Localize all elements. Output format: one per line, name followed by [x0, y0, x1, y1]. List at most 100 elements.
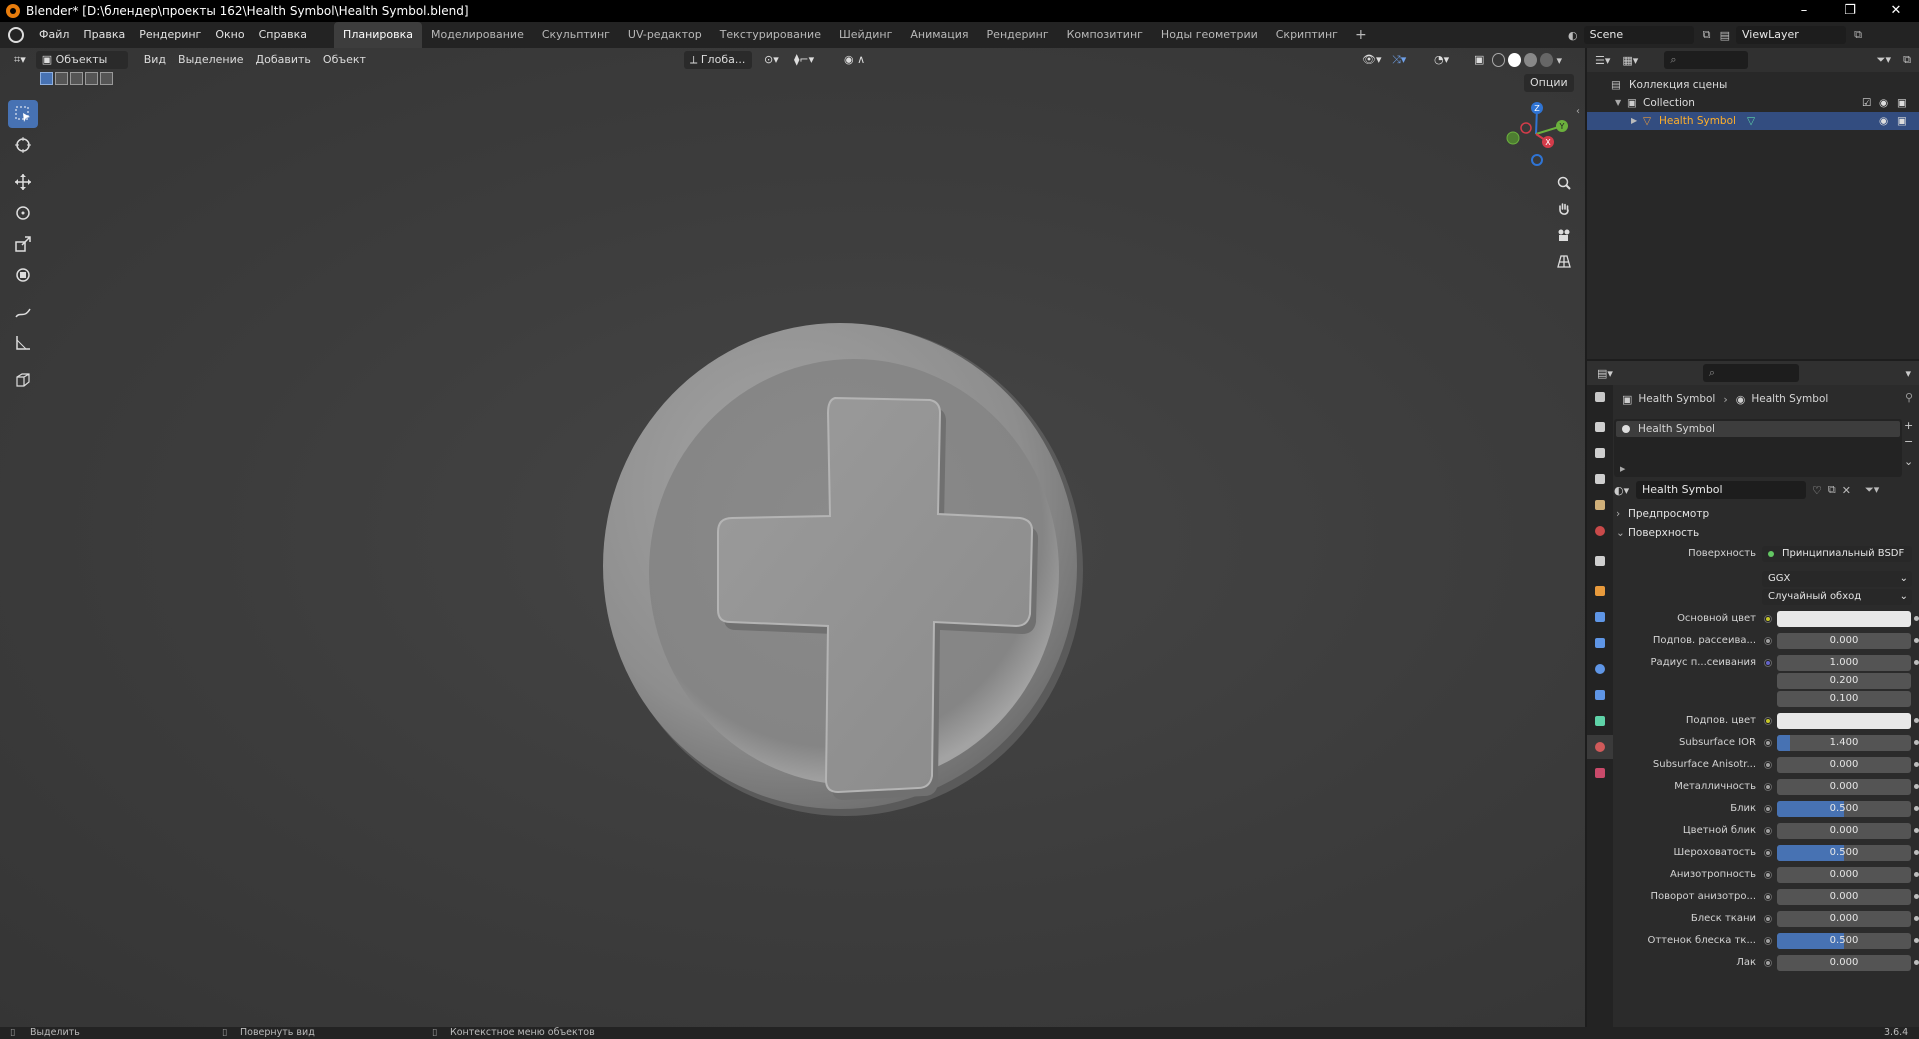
number-field[interactable]: 0.000: [1777, 867, 1911, 883]
input-socket-icon[interactable]: [1764, 871, 1772, 879]
keyframe-dot-icon[interactable]: [1914, 960, 1919, 965]
outliner-object-health-symbol[interactable]: ▶ ▽ Health Symbol ▽ ◉ ▣: [1587, 112, 1919, 130]
render-camera-icon[interactable]: ▣: [1897, 94, 1907, 112]
proportional-edit-icon[interactable]: ◉ ∧: [838, 51, 871, 69]
filter-icon[interactable]: ⏷▾: [1877, 53, 1891, 67]
view-layer-selector[interactable]: ViewLayer: [1736, 26, 1847, 44]
snap-icon[interactable]: ⧫⌐▾: [788, 51, 820, 69]
input-socket-icon[interactable]: [1764, 637, 1772, 645]
material-slot-item[interactable]: Health Symbol: [1616, 421, 1900, 437]
visibility-icon[interactable]: 👁▾: [1356, 51, 1388, 69]
remove-slot-icon[interactable]: −: [1904, 435, 1913, 448]
visibility-eye-icon[interactable]: ◉: [1879, 94, 1888, 112]
measure-tool[interactable]: [8, 329, 38, 357]
menu-file[interactable]: Файл: [32, 22, 76, 48]
pivot-point-icon[interactable]: ⊙▾: [758, 51, 785, 69]
tab-world[interactable]: [1587, 519, 1613, 543]
overlay-toggle-icon[interactable]: ◔▾: [1428, 51, 1455, 69]
outliner-scene-collection[interactable]: ▤ Коллекция сцены: [1587, 76, 1919, 94]
input-socket-icon[interactable]: [1764, 761, 1772, 769]
tab-geometry-nodes[interactable]: Ноды геометрии: [1152, 22, 1267, 48]
tab-texture[interactable]: [1587, 761, 1613, 785]
scene-selector[interactable]: Scene: [1583, 26, 1694, 44]
annotate-tool[interactable]: [8, 298, 38, 326]
menu-edit[interactable]: Правка: [76, 22, 132, 48]
tab-constraints[interactable]: [1587, 683, 1613, 707]
sidebar-toggle-icon[interactable]: ‹: [1576, 106, 1580, 117]
zoom-icon[interactable]: [1553, 172, 1575, 194]
menu-view[interactable]: Вид: [138, 51, 172, 69]
browse-material-icon[interactable]: ◐▾: [1614, 484, 1636, 497]
properties-search-input[interactable]: ⌕: [1702, 364, 1799, 382]
number-field[interactable]: 0.000: [1777, 911, 1911, 927]
number-field[interactable]: 0.000: [1777, 955, 1911, 971]
solid-shading-icon[interactable]: [1508, 53, 1522, 67]
wireframe-shading-icon[interactable]: [1492, 53, 1506, 67]
tab-modifiers[interactable]: [1587, 605, 1613, 629]
number-field[interactable]: 0.000: [1777, 633, 1911, 649]
tab-animation[interactable]: Анимация: [901, 22, 977, 48]
expand-icon[interactable]: ▶: [1631, 112, 1637, 130]
menu-window[interactable]: Окно: [208, 22, 251, 48]
keyframe-dot-icon[interactable]: [1914, 660, 1919, 665]
blender-menu-icon[interactable]: [8, 27, 24, 43]
number-field[interactable]: 0.000: [1777, 757, 1911, 773]
tab-modeling[interactable]: Моделирование: [422, 22, 533, 48]
pin-icon[interactable]: ⚲: [1905, 391, 1913, 404]
input-socket-icon[interactable]: [1764, 783, 1772, 791]
keyframe-dot-icon[interactable]: [1914, 894, 1919, 899]
new-scene-icon[interactable]: ⧉: [1694, 28, 1720, 42]
tab-particles[interactable]: [1587, 631, 1613, 655]
expand-icon[interactable]: ▼: [1615, 94, 1621, 112]
material-shading-icon[interactable]: [1524, 53, 1538, 67]
keyframe-dot-icon[interactable]: [1914, 872, 1919, 877]
unlink-material-icon[interactable]: ✕: [1842, 484, 1851, 497]
menu-help[interactable]: Справка: [252, 22, 314, 48]
add-slot-icon[interactable]: +: [1904, 419, 1913, 432]
color-swatch[interactable]: [1777, 611, 1911, 627]
slot-specials-icon[interactable]: ⌄: [1904, 455, 1913, 468]
number-field[interactable]: 0.500: [1777, 801, 1911, 817]
input-socket-icon[interactable]: [1764, 893, 1772, 901]
tab-layout[interactable]: Планировка: [334, 22, 423, 48]
input-socket-icon[interactable]: [1764, 937, 1772, 945]
select-new-icon[interactable]: [40, 72, 53, 85]
expand-list-icon[interactable]: ▶: [1620, 465, 1625, 473]
tab-object[interactable]: [1587, 579, 1613, 603]
exclude-checkbox-icon[interactable]: ☑: [1862, 94, 1871, 112]
tab-shading[interactable]: Шейдинг: [830, 22, 901, 48]
menu-object[interactable]: Объект: [317, 51, 372, 69]
number-field[interactable]: 1.400: [1777, 735, 1911, 751]
outliner-collection[interactable]: ▼ ▣ Collection ☑ ◉ ▣: [1587, 94, 1919, 112]
tab-sculpting[interactable]: Скульптинг: [533, 22, 619, 48]
color-swatch[interactable]: [1777, 713, 1911, 729]
node-link-icon[interactable]: ⏷▾: [1865, 483, 1879, 497]
xray-toggle-icon[interactable]: ▣: [1468, 51, 1490, 69]
surface-shader-selector[interactable]: Принципиальный BSDF: [1762, 546, 1912, 562]
menu-select[interactable]: Выделение: [172, 51, 250, 69]
gizmo-toggle-icon[interactable]: ⤨▾: [1386, 51, 1412, 69]
keyframe-dot-icon[interactable]: [1914, 938, 1919, 943]
select-box-tool[interactable]: [8, 100, 38, 128]
outliner-search-input[interactable]: ⌕: [1664, 51, 1749, 69]
add-workspace-icon[interactable]: +: [1347, 27, 1375, 43]
health-symbol-object[interactable]: [590, 318, 1090, 818]
editor-type-icon[interactable]: ▤▾: [1597, 367, 1613, 380]
minimize-icon[interactable]: –: [1781, 0, 1827, 22]
cursor-tool[interactable]: [8, 131, 38, 159]
scene-icon[interactable]: ◐: [1568, 29, 1578, 42]
visibility-eye-icon[interactable]: ◉: [1879, 112, 1888, 130]
rendered-shading-icon[interactable]: [1540, 53, 1554, 67]
menu-add[interactable]: Добавить: [250, 51, 317, 69]
input-socket-icon[interactable]: [1764, 615, 1772, 623]
number-field[interactable]: 0.500: [1777, 845, 1911, 861]
keyframe-dot-icon[interactable]: [1914, 828, 1919, 833]
select-subtract-icon[interactable]: [70, 72, 83, 85]
number-field[interactable]: 0.100: [1777, 691, 1911, 707]
number-field[interactable]: 0.000: [1777, 823, 1911, 839]
subsurface-method-dropdown[interactable]: Случайный обход ⌄: [1762, 589, 1912, 605]
keyframe-dot-icon[interactable]: [1914, 806, 1919, 811]
number-field[interactable]: 0.500: [1777, 933, 1911, 949]
render-camera-icon[interactable]: ▣: [1897, 112, 1907, 130]
options-dropdown-icon[interactable]: ▾: [1905, 367, 1911, 380]
